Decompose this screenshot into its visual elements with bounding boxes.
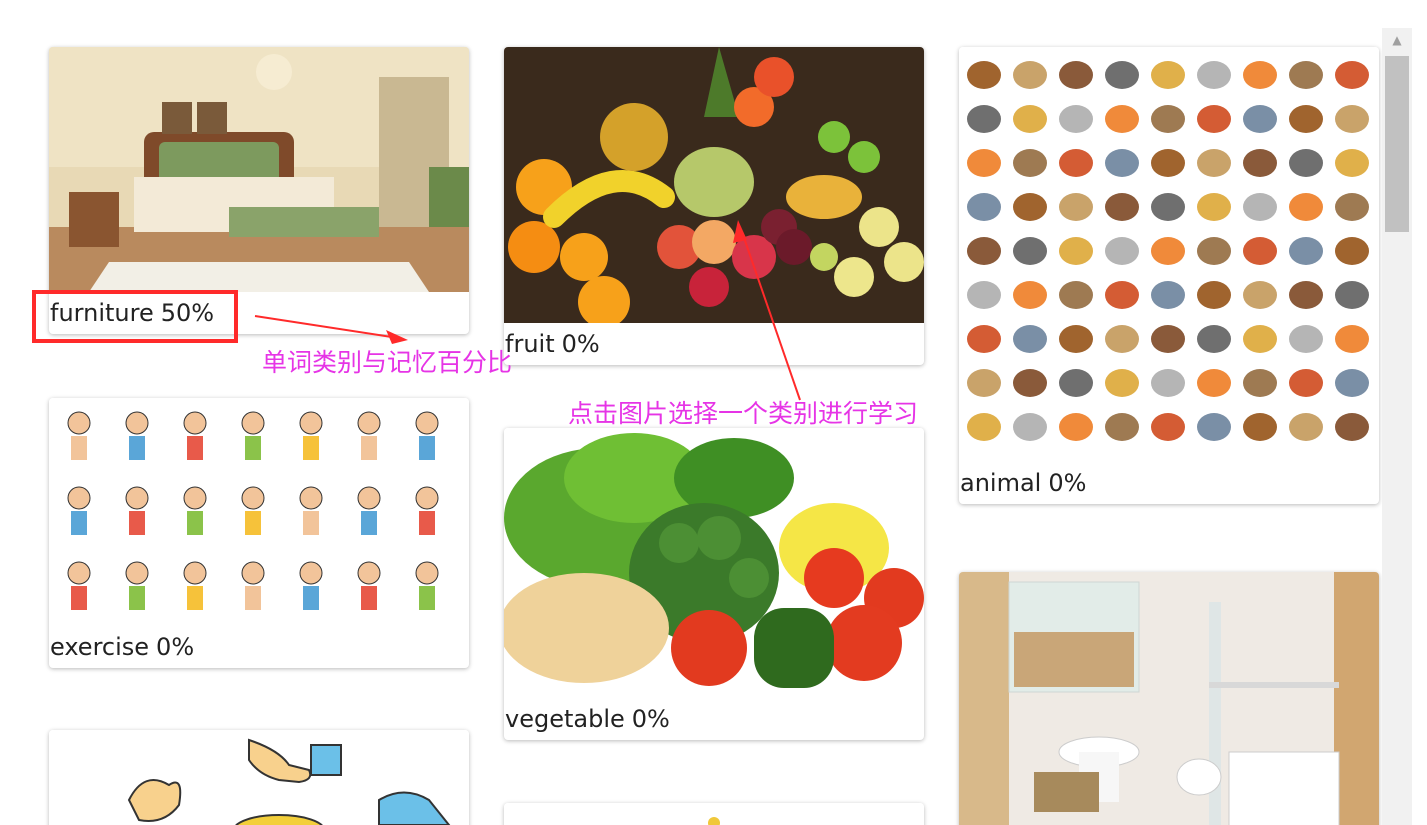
animal-caption: animal 0% [959, 462, 1379, 504]
category-card-animal[interactable]: animal 0% [959, 47, 1379, 504]
furniture-caption: furniture 50% [49, 292, 469, 334]
page: furniture 50% fruit 0% animal 0% exercis… [0, 0, 1427, 825]
category-percent: 50% [160, 299, 215, 327]
fruit-caption: fruit 0% [504, 323, 924, 365]
category-percent: 0% [156, 633, 195, 661]
category-name: animal [960, 469, 1042, 497]
scroll-up-arrow-icon[interactable]: ▲ [1382, 28, 1412, 52]
category-name: fruit [505, 330, 555, 358]
exercise-caption: exercise 0% [49, 626, 469, 668]
furniture-image[interactable] [49, 47, 469, 292]
scrollbar-thumb[interactable] [1385, 56, 1409, 232]
body-image[interactable] [49, 730, 469, 825]
category-card-bathroom[interactable] [959, 572, 1379, 825]
category-name: furniture [50, 299, 154, 327]
category-name: vegetable [505, 705, 625, 733]
category-card-vegetable[interactable]: vegetable 0% [504, 428, 924, 740]
category-card-body[interactable] [49, 730, 469, 825]
more-image[interactable] [504, 803, 924, 825]
category-percent-note: 单词类别与记忆百分比 [262, 348, 513, 377]
animal-image[interactable] [959, 47, 1379, 462]
vegetable-caption: vegetable 0% [504, 698, 924, 740]
click-to-learn-note: 点击图片选择一个类别进行学习 [568, 399, 919, 428]
category-card-fruit[interactable]: fruit 0% [504, 47, 924, 365]
category-percent: 0% [1048, 469, 1087, 497]
category-card-exercise[interactable]: exercise 0% [49, 398, 469, 668]
category-card-more[interactable] [504, 803, 924, 825]
vegetable-image[interactable] [504, 428, 924, 698]
category-card-furniture[interactable]: furniture 50% [49, 47, 469, 334]
fruit-image[interactable] [504, 47, 924, 323]
exercise-image[interactable] [49, 398, 469, 626]
category-percent: 0% [561, 330, 600, 358]
vertical-scrollbar[interactable]: ▲ [1382, 28, 1412, 825]
bathroom-image[interactable] [959, 572, 1379, 825]
category-percent: 0% [631, 705, 670, 733]
category-name: exercise [50, 633, 150, 661]
